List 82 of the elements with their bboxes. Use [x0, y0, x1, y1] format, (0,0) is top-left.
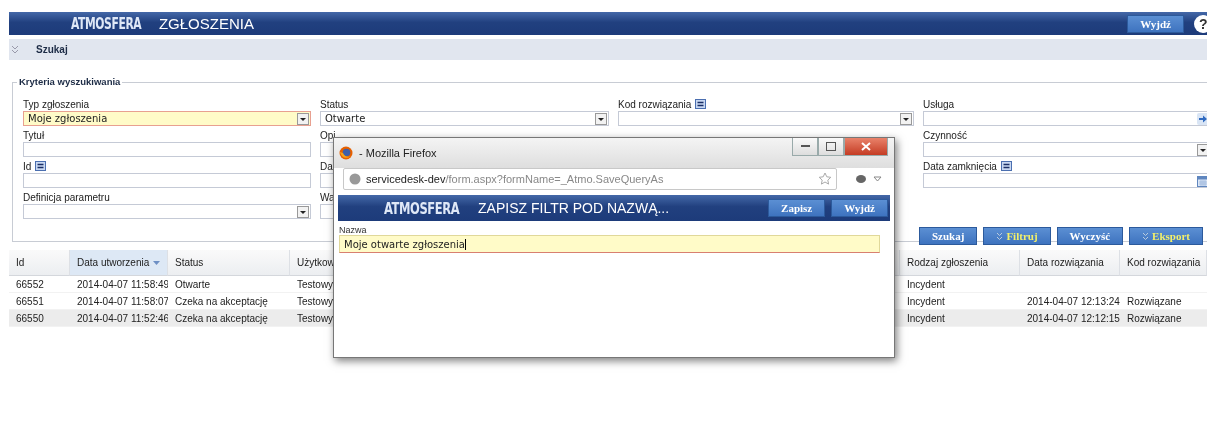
field-label: Usługa — [923, 98, 955, 110]
minimize-button[interactable] — [792, 138, 818, 156]
dialog-title: ZAPISZ FILTR POD NAZWĄ... — [478, 200, 670, 216]
field-label: Opi — [320, 129, 336, 141]
table-cell: Testowy, — [297, 295, 336, 307]
field-label: Typ zgłoszenia — [23, 98, 90, 110]
column-header[interactable]: Data utworzenia — [70, 250, 168, 276]
table-cell: 66551 — [16, 295, 44, 307]
list-icon[interactable] — [1000, 161, 1012, 171]
close-button[interactable] — [844, 138, 888, 156]
address-bar[interactable]: servicedesk-dev/form.aspx?formName=_Atmo.SaveQueryAs — [343, 168, 837, 190]
logo: ATMOSFERA — [71, 14, 142, 33]
exit-button[interactable]: Wyjdź — [1127, 14, 1184, 33]
calendar-icon[interactable] — [1197, 174, 1207, 187]
input-field[interactable] — [923, 111, 1207, 126]
dropdown-arrow-icon[interactable] — [1197, 143, 1207, 156]
table-cell: Incydent — [907, 295, 945, 307]
table-cell: Czeka na akceptację — [175, 295, 268, 307]
table-cell: Incydent — [907, 312, 945, 324]
search-button[interactable]: Eksport — [1129, 227, 1203, 245]
logo: ATMOSFERA — [384, 198, 460, 218]
section-title: Szukaj — [36, 44, 68, 55]
field-label: Da — [320, 160, 333, 172]
dropdown-field[interactable] — [618, 111, 914, 126]
name-input-field[interactable]: Moje otwarte zgłoszenia — [339, 235, 880, 253]
table-cell: 2014-04-07 12:13:24 — [1027, 295, 1120, 307]
help-icon[interactable]: ? — [1193, 14, 1207, 33]
table-cell: Otwarte — [175, 278, 210, 290]
column-header[interactable]: Data rozwiązania — [1020, 250, 1120, 276]
popup-window-title: - Mozilla Firefox — [359, 147, 437, 159]
extension-icon[interactable] — [855, 174, 867, 184]
table-cell: Czeka na akceptację — [175, 312, 268, 324]
dropdown-field[interactable] — [23, 204, 311, 219]
field-label: Definicja parametru — [23, 191, 110, 203]
maximize-button[interactable] — [818, 138, 844, 156]
field-label: Kod rozwiązania — [618, 98, 692, 110]
maximize-icon — [826, 142, 836, 151]
input-field[interactable] — [923, 173, 1207, 188]
table-cell: Testowy, — [297, 278, 336, 290]
page-title: ZGŁOSZENIA — [158, 15, 254, 32]
save-button[interactable]: Zapisz — [768, 199, 826, 217]
table-cell: Testowy, — [297, 312, 336, 324]
table-cell: Rozwiązane — [1127, 312, 1182, 324]
field-label: Czynność — [923, 129, 967, 141]
arrow-right-icon[interactable] — [1197, 112, 1207, 125]
column-header[interactable]: Rodzaj zgłoszenia — [900, 250, 1020, 276]
column-header[interactable]: Kod rozwiązania — [1120, 250, 1207, 276]
table-cell: 2014-04-07 11:52:46 — [77, 312, 170, 324]
close-icon — [861, 142, 871, 151]
star-icon[interactable] — [818, 172, 832, 186]
table-cell: 2014-04-07 11:58:49 — [77, 278, 170, 290]
table-cell: Incydent — [907, 278, 945, 290]
field-label: Data zamknięcia — [923, 160, 997, 172]
field-label: Id — [23, 160, 32, 172]
column-header[interactable]: Status — [168, 250, 290, 276]
table-cell: 2014-04-07 11:58:07 — [77, 295, 170, 307]
table-cell: Rozwiązane — [1127, 295, 1182, 307]
browser-icon — [339, 146, 353, 160]
field-label: Tytuł — [23, 129, 45, 141]
menu-arrow-icon[interactable] — [873, 176, 882, 182]
table-cell: 66550 — [16, 312, 44, 324]
exit-button[interactable]: Wyjdź — [831, 199, 888, 217]
dropdown-field[interactable]: Otwarte — [320, 111, 609, 126]
dropdown-field[interactable]: Moje zgłoszenia — [23, 111, 311, 126]
minimize-icon — [800, 145, 810, 148]
list-icon[interactable] — [35, 161, 47, 171]
search-button[interactable]: Szukaj — [919, 227, 978, 245]
chevron-icon — [996, 231, 1004, 241]
column-header[interactable]: Id — [9, 250, 70, 276]
sort-arrow-icon — [153, 260, 161, 265]
table-cell: 66552 — [16, 278, 44, 290]
input-field[interactable] — [23, 173, 311, 188]
dropdown-field[interactable] — [923, 142, 1207, 157]
panel-legend: Kryteria wyszukiwania — [17, 76, 123, 87]
search-button[interactable]: Wyczyść — [1056, 227, 1124, 245]
table-cell: 2014-04-07 12:12:15 — [1027, 312, 1120, 324]
list-icon[interactable] — [695, 99, 707, 109]
input-field[interactable] — [23, 142, 311, 157]
field-label: Nazwa — [339, 225, 368, 235]
chevron-icon — [1142, 231, 1150, 241]
globe-icon — [349, 173, 361, 185]
field-label: Status — [320, 98, 349, 110]
